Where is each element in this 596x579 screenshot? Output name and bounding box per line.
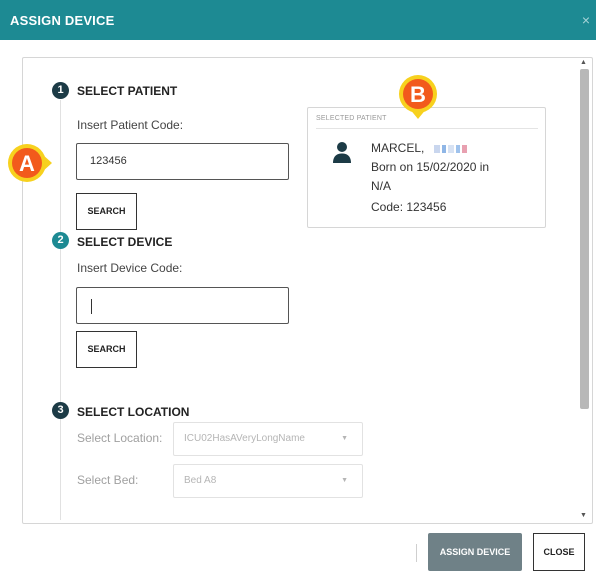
scroll-down-icon[interactable]: ▼ [580, 512, 587, 519]
patient-code-label: Insert Patient Code: [77, 118, 184, 132]
person-icon [333, 142, 351, 163]
blurred-name [433, 141, 469, 155]
patient-code-input[interactable]: 123456 [76, 143, 289, 180]
location-value: ICU02HasAVeryLongName [184, 433, 305, 444]
patient-name: MARCEL, [371, 141, 425, 155]
bed-value: Bed A8 [184, 475, 217, 486]
card-divider [316, 128, 538, 129]
scrollbar-thumb[interactable] [580, 69, 589, 409]
selected-patient-header: SELECTED PATIENT [316, 115, 387, 122]
bed-label: Select Bed: [77, 473, 139, 487]
text-caret [91, 299, 92, 314]
footer-divider [416, 544, 417, 562]
step-2-title: SELECT DEVICE [77, 235, 173, 249]
chevron-down-icon: ▼ [341, 435, 348, 442]
assign-device-button[interactable]: ASSIGN DEVICE [428, 533, 522, 571]
callout-a-marker: A [8, 144, 52, 182]
dialog-header: ASSIGN DEVICE × [0, 0, 596, 40]
scrollbar[interactable]: ▲ ▼ [578, 59, 590, 522]
bed-select[interactable]: Bed A8 ▼ [173, 464, 363, 498]
dialog-title: ASSIGN DEVICE [10, 13, 115, 28]
callout-b-letter: B [410, 82, 426, 107]
step-3-badge: 3 [52, 402, 69, 419]
search-device-button[interactable]: SEARCH [76, 331, 137, 368]
step-1-badge: 1 [52, 82, 69, 99]
device-code-input[interactable] [76, 287, 289, 324]
device-code-label: Insert Device Code: [77, 261, 183, 275]
close-icon[interactable]: × [582, 12, 590, 28]
location-label: Select Location: [77, 431, 163, 445]
step-3-title: SELECT LOCATION [77, 405, 190, 419]
patient-code: Code: 123456 [371, 200, 447, 214]
step-1-title: SELECT PATIENT [77, 84, 178, 98]
search-patient-button[interactable]: SEARCH [76, 193, 137, 230]
patient-birth: Born on 15/02/2020 in [371, 160, 490, 174]
callout-b-marker: B [399, 75, 437, 119]
step-2-badge: 2 [52, 232, 69, 249]
close-button[interactable]: CLOSE [533, 533, 585, 571]
patient-name-line: MARCEL, [371, 141, 469, 155]
selected-patient-card: SELECTED PATIENT MARCEL, Born on 15/02/2… [307, 107, 546, 228]
steps-timeline [60, 100, 61, 520]
patient-birthplace: N/A [371, 179, 392, 193]
location-select[interactable]: ICU02HasAVeryLongName ▼ [173, 422, 363, 456]
chevron-down-icon: ▼ [341, 477, 348, 484]
callout-a-letter: A [19, 151, 35, 176]
scroll-up-icon[interactable]: ▲ [580, 59, 587, 66]
